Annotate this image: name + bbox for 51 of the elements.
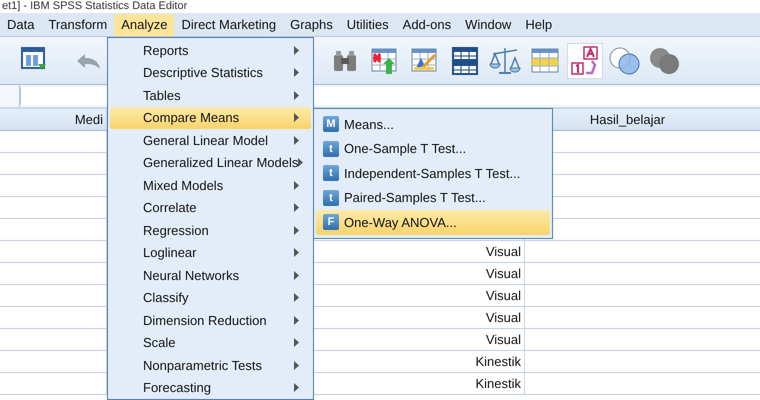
menu-item[interactable]: Data: [0, 14, 42, 36]
procedure-icon: t: [323, 140, 339, 157]
menu-item[interactable]: Direct Marketing: [174, 14, 284, 36]
menu-item[interactable]: M Means...: [316, 112, 550, 136]
menu-item[interactable]: Transform: [41, 14, 114, 36]
value-labels-icon: [570, 46, 600, 76]
menu-item[interactable]: Classify: [110, 286, 311, 309]
menu-item[interactable]: Correlate: [110, 196, 311, 219]
menu-item[interactable]: Generalized Linear Models: [110, 152, 311, 174]
table-cell: Visual: [486, 310, 521, 325]
menu-item[interactable]: Neural Networks: [110, 264, 311, 286]
menu-item[interactable]: Utilities: [340, 14, 396, 36]
menu-item[interactable]: Dimension Reduction: [110, 309, 311, 332]
menu-item[interactable]: Forecasting: [110, 376, 311, 399]
menu-item[interactable]: t One-Sample T Test...: [316, 136, 550, 161]
menu-item[interactable]: Regression: [110, 219, 311, 242]
menu-item[interactable]: Nonparametric Tests: [110, 354, 311, 376]
menu-item[interactable]: Window: [458, 14, 518, 36]
circles-icon: [608, 46, 642, 76]
menu-item[interactable]: Mixed Models: [110, 174, 311, 196]
procedure-icon: t: [323, 190, 339, 206]
menu-item[interactable]: General Linear Model: [110, 129, 311, 152]
table-cell: Kinestik: [475, 376, 521, 391]
menu-item[interactable]: Analyze: [114, 14, 174, 36]
menu-item[interactable]: Loglinear: [110, 242, 311, 264]
procedure-icon: M: [323, 116, 339, 132]
menu-item[interactable]: Descriptive Statistics: [110, 62, 311, 84]
procedure-icon: t: [323, 165, 339, 182]
binoculars-icon: [332, 48, 358, 72]
menu-item[interactable]: Reports: [110, 39, 311, 62]
table-cell: Visual: [486, 266, 521, 281]
filled-circles-icon: [648, 46, 682, 76]
menu-item[interactable]: t Paired-Samples T Test...: [316, 186, 550, 210]
table-cell: Kinestik: [475, 354, 521, 369]
toolbar-button[interactable]: [567, 42, 603, 78]
menu-item[interactable]: Tables: [110, 84, 311, 106]
menu-item[interactable]: Scale: [110, 332, 311, 354]
menu-item[interactable]: Add-ons: [396, 14, 458, 36]
table-cell: Visual: [486, 288, 521, 303]
table-cell: Visual: [486, 332, 521, 347]
menu-item[interactable]: Compare Means: [110, 106, 311, 129]
table-cell: Visual: [486, 244, 521, 259]
split-grid-icon: [450, 46, 480, 76]
column-header: Hasil_belajar: [588, 111, 666, 129]
menu-item[interactable]: Help: [518, 14, 560, 36]
scales-icon: [488, 46, 522, 76]
menu-item[interactable]: F One-Way ANOVA...: [316, 210, 550, 234]
menu-item[interactable]: Graphs: [283, 14, 340, 36]
menu-item[interactable]: t Independent-Samples T Test...: [316, 161, 550, 186]
grid-highlight-icon: [530, 46, 560, 76]
procedure-icon: F: [323, 214, 339, 230]
